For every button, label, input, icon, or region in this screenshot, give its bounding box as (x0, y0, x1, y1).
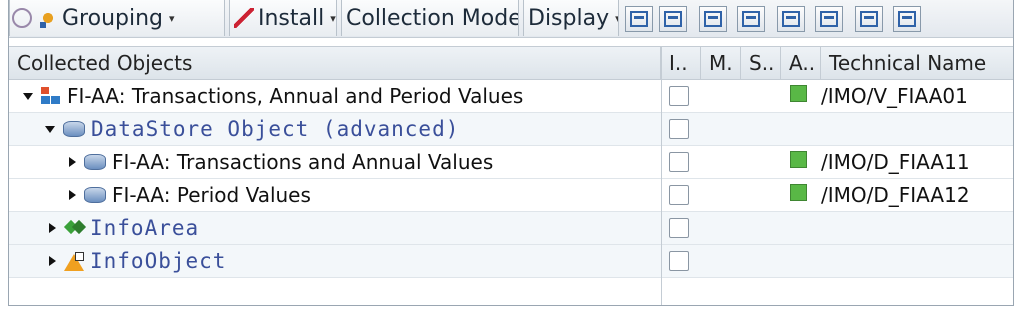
grouping-button[interactable]: Grouping ▾ (9, 0, 225, 36)
checkbox[interactable] (669, 86, 689, 106)
col-technical-name[interactable]: Technical Name (821, 47, 1013, 80)
row-label: FI-AA: Transactions and Annual Values (112, 150, 494, 174)
expand-arrow-icon[interactable] (69, 190, 76, 200)
table-row[interactable]: DataStore Object (advanced) (9, 113, 1013, 146)
table-row[interactable]: FI-AA: Transactions, Annual and Period V… (9, 80, 1013, 113)
clock-icon (12, 8, 32, 28)
install-button[interactable]: Install ▾ (229, 0, 337, 36)
table-row[interactable]: InfoObject (9, 245, 1013, 278)
checkbox[interactable] (669, 152, 689, 172)
table-row[interactable]: FI-AA: Period Values /IMO/D_FIAA12 (9, 179, 1013, 212)
expand-arrow-icon[interactable] (45, 125, 55, 133)
tree-node: FI-AA: Transactions, Annual and Period V… (23, 80, 523, 112)
datastore-icon (63, 121, 85, 137)
import-icon[interactable] (737, 6, 765, 32)
checkbox[interactable] (669, 119, 689, 139)
chevron-down-icon: ▾ (330, 11, 336, 25)
active-status-icon (790, 184, 807, 201)
col-a[interactable]: A.. (781, 47, 821, 80)
col-s[interactable]: S.. (741, 47, 781, 80)
expand-arrow-icon[interactable] (49, 256, 56, 266)
collection-mode-button[interactable]: Collection Mode ▾ (341, 0, 519, 36)
export-icon[interactable] (699, 6, 727, 32)
grouping-label: Grouping (62, 5, 163, 31)
table-row[interactable]: InfoArea (9, 212, 1013, 245)
infoarea-icon (64, 219, 84, 237)
row-label: FI-AA: Period Values (112, 183, 311, 207)
details-icon[interactable] (777, 6, 805, 32)
checkbox[interactable] (669, 218, 689, 238)
tree-node: DataStore Object (advanced) (45, 113, 459, 145)
datastore-icon (84, 154, 106, 170)
col-collected-objects[interactable]: Collected Objects (9, 47, 661, 80)
collapse-all-icon[interactable] (893, 6, 921, 32)
tree-node: InfoObject (49, 245, 226, 277)
display-label: Display (528, 5, 610, 31)
tree-structure-icon (41, 87, 61, 105)
toolbar: Grouping ▾ Install ▾ Collection Mode ▾ D… (9, 0, 1013, 38)
col-i[interactable]: I.. (661, 47, 701, 80)
tree-node: InfoArea (49, 212, 199, 244)
row-label: FI-AA: Transactions, Annual and Period V… (67, 84, 524, 108)
layout-icon[interactable] (855, 6, 883, 32)
checkbox[interactable] (669, 251, 689, 271)
collection-window: Grouping ▾ Install ▾ Collection Mode ▾ D… (8, 0, 1014, 306)
technical-name: /IMO/D_FIAA11 (821, 150, 970, 174)
row-label: DataStore Object (advanced) (91, 117, 460, 141)
active-status-icon (790, 151, 807, 168)
expand-arrow-icon[interactable] (69, 157, 76, 167)
active-status-icon (790, 85, 807, 102)
technical-name: /IMO/V_FIAA01 (821, 84, 968, 108)
expand-arrow-icon[interactable] (23, 92, 33, 100)
table-row[interactable]: FI-AA: Transactions and Annual Values /I… (9, 146, 1013, 179)
wand-icon (234, 8, 254, 28)
technical-name: /IMO/D_FIAA12 (821, 183, 970, 207)
install-label: Install (258, 5, 325, 31)
tree-node: FI-AA: Period Values (69, 179, 311, 211)
find-icon[interactable] (625, 6, 653, 32)
chevron-down-icon: ▾ (615, 12, 618, 25)
row-label: InfoArea (90, 216, 200, 240)
tree-node: FI-AA: Transactions and Annual Values (69, 146, 493, 178)
datastore-icon (84, 187, 106, 203)
chevron-down-icon: ▾ (169, 11, 175, 25)
table-header: Collected Objects I.. M. S.. A.. Technic… (9, 46, 1013, 80)
expand-all-icon[interactable] (815, 6, 843, 32)
infoobject-icon (64, 252, 84, 271)
expand-arrow-icon[interactable] (49, 223, 56, 233)
col-m[interactable]: M. (701, 47, 741, 80)
column-divider (661, 46, 662, 305)
collection-mode-label: Collection Mode (346, 5, 519, 31)
grouping-icon (38, 8, 58, 28)
row-label: InfoObject (90, 249, 227, 273)
find-next-icon[interactable] (659, 6, 687, 32)
checkbox[interactable] (669, 185, 689, 205)
display-button[interactable]: Display ▾ (523, 0, 619, 36)
